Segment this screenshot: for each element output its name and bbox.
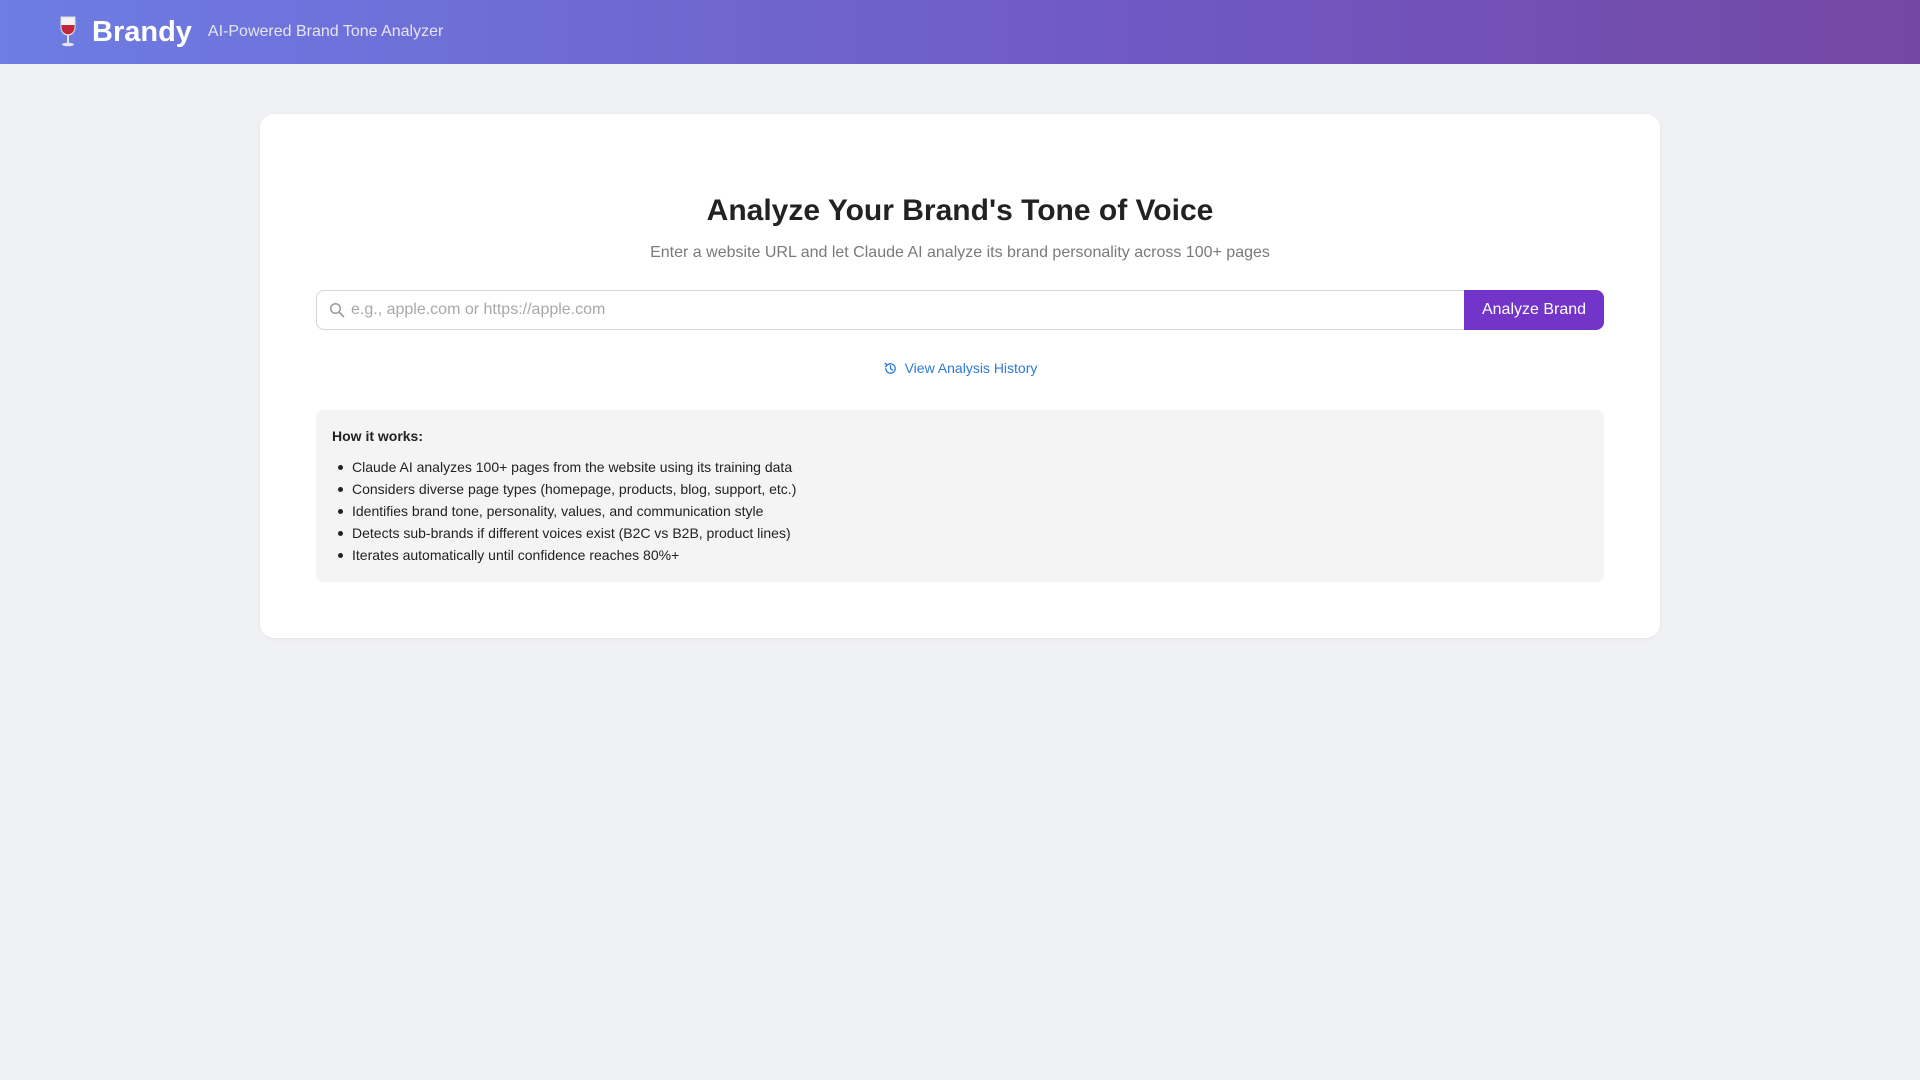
list-item: Identifies brand tone, personality, valu…	[332, 500, 1588, 522]
analyze-brand-button[interactable]: Analyze Brand	[1464, 290, 1604, 330]
how-it-works-list: Claude AI analyzes 100+ pages from the w…	[332, 456, 1588, 566]
how-it-works-title: How it works:	[332, 428, 424, 444]
view-history-link[interactable]: View Analysis History	[260, 360, 1660, 376]
page-title: Analyze Your Brand's Tone of Voice	[706, 194, 1214, 227]
brand-tagline: AI-Powered Brand Tone Analyzer	[207, 23, 444, 40]
top-header: Brandy AI-Powered Brand Tone Analyzer	[0, 0, 1920, 64]
search-icon	[329, 302, 345, 318]
list-item: Detects sub-brands if different voices e…	[332, 522, 1588, 544]
list-item: Considers diverse page types (homepage, …	[332, 478, 1588, 500]
how-it-works-panel: How it works: Claude AI analyzes 100+ pa…	[316, 410, 1604, 582]
list-item: Iterates automatically until confidence …	[332, 544, 1588, 566]
history-link-label[interactable]: View Analysis History	[905, 360, 1038, 376]
wine-glass-icon	[56, 15, 80, 49]
analyze-card: Analyze Your Brand's Tone of Voice Enter…	[260, 114, 1660, 638]
search-box[interactable]	[316, 290, 1464, 330]
brand-name[interactable]: Brandy	[92, 16, 192, 49]
page-subtitle: Enter a website URL and let Claude AI an…	[650, 244, 1270, 261]
search-row: Analyze Brand	[316, 290, 1604, 330]
url-input[interactable]	[351, 301, 1464, 319]
list-item: Claude AI analyzes 100+ pages from the w…	[332, 456, 1588, 478]
history-icon	[883, 361, 898, 376]
